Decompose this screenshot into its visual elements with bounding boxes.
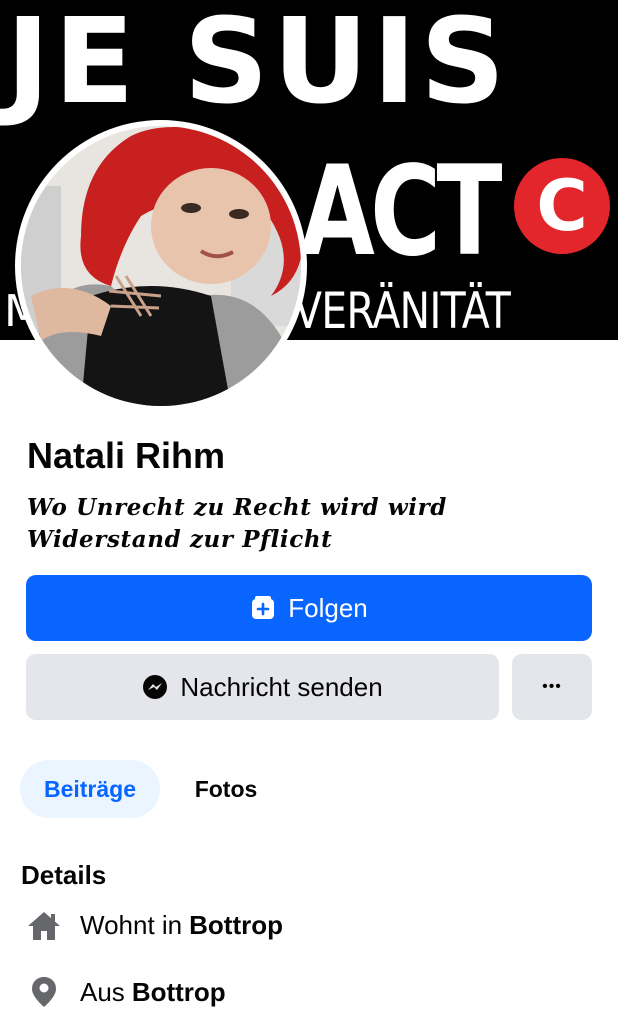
details-heading: Details (21, 860, 107, 890)
detail-lives-in: Wohnt in Bottrop (26, 910, 283, 941)
detail-lives-in-prefix: Wohnt in (80, 910, 183, 940)
profile-name: Natali Rihm (27, 435, 226, 476)
detail-from-prefix: Aus (80, 976, 125, 1007)
bio-line-1: Wo Unrecht zu Recht wird wird (27, 494, 447, 521)
send-message-button[interactable]: Nachricht senden (26, 654, 499, 720)
follow-label: Folgen (288, 593, 368, 623)
detail-lives-in-value[interactable]: Bottrop (189, 910, 283, 941)
detail-from-value[interactable]: Bottrop (132, 977, 226, 1008)
send-message-label: Nachricht senden (180, 672, 383, 702)
follow-button[interactable]: Folgen (26, 575, 592, 641)
profile-avatar[interactable] (15, 120, 307, 412)
cover-text-line1: JE SUIS (6, 0, 510, 130)
more-options-icon: ••• (542, 678, 562, 695)
tab-posts[interactable]: Beiträge (20, 760, 160, 818)
home-icon (26, 911, 62, 941)
cover-logo: C (514, 158, 610, 254)
profile-photo-illustration (21, 126, 301, 406)
tab-photos[interactable]: Fotos (168, 760, 284, 818)
more-options-button[interactable]: ••• (512, 654, 592, 720)
cover-text-line2: ACT (300, 140, 502, 284)
messenger-icon (142, 674, 168, 700)
follow-icon (250, 595, 276, 621)
cover-text-line3: VERÄNITÄT (294, 282, 511, 340)
profile-bio: Wo Unrecht zu Recht wird wird Widerstand… (27, 492, 587, 556)
profile-photo (21, 126, 301, 406)
location-pin-icon (26, 976, 62, 1008)
detail-from: Aus Bottrop (26, 976, 226, 1008)
bio-line-2: Widerstand zur Pflicht (27, 526, 333, 553)
